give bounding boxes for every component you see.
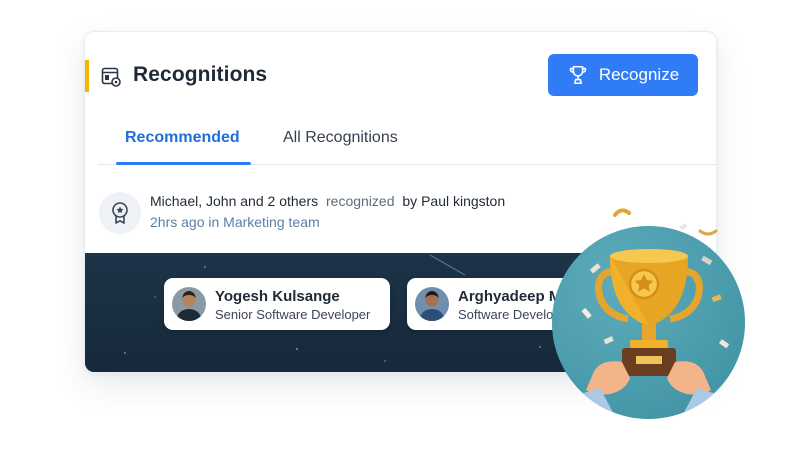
recognize-button[interactable]: Recognize xyxy=(548,54,698,96)
accent-bar xyxy=(85,60,89,92)
trophy-celebration-illustration xyxy=(552,226,745,419)
award-ribbon-icon xyxy=(112,202,128,224)
settings-panel-icon xyxy=(101,67,121,87)
award-badge xyxy=(99,192,141,234)
trophy-icon xyxy=(569,65,587,85)
feed-recipients: Michael, John and 2 others xyxy=(150,193,319,209)
tab-all-recognitions-label: All Recognitions xyxy=(283,128,398,146)
tab-all-recognitions[interactable]: All Recognitions xyxy=(283,112,398,163)
tab-recommended[interactable]: Recommended xyxy=(125,112,240,163)
person-name: Yogesh Kulsange xyxy=(215,288,340,305)
feed-verb: recognized xyxy=(326,193,395,209)
person-card[interactable]: Yogesh Kulsange Senior Software Develope… xyxy=(164,278,390,330)
tab-bar: Recommended All Recognitions xyxy=(98,112,716,165)
feed-meta: 2hrs ago in Marketing team xyxy=(150,214,320,230)
page-title: Recognitions xyxy=(133,63,268,86)
tab-recommended-label: Recommended xyxy=(125,128,240,146)
feed-headline: Michael, John and 2 others recognized by… xyxy=(150,193,505,209)
person-role: Senior Software Developer xyxy=(215,307,371,322)
active-tab-indicator xyxy=(116,162,251,165)
avatar xyxy=(172,287,206,321)
avatar xyxy=(415,287,449,321)
feed-author: by Paul kingston xyxy=(402,193,506,209)
recognize-button-label: Recognize xyxy=(598,65,680,84)
